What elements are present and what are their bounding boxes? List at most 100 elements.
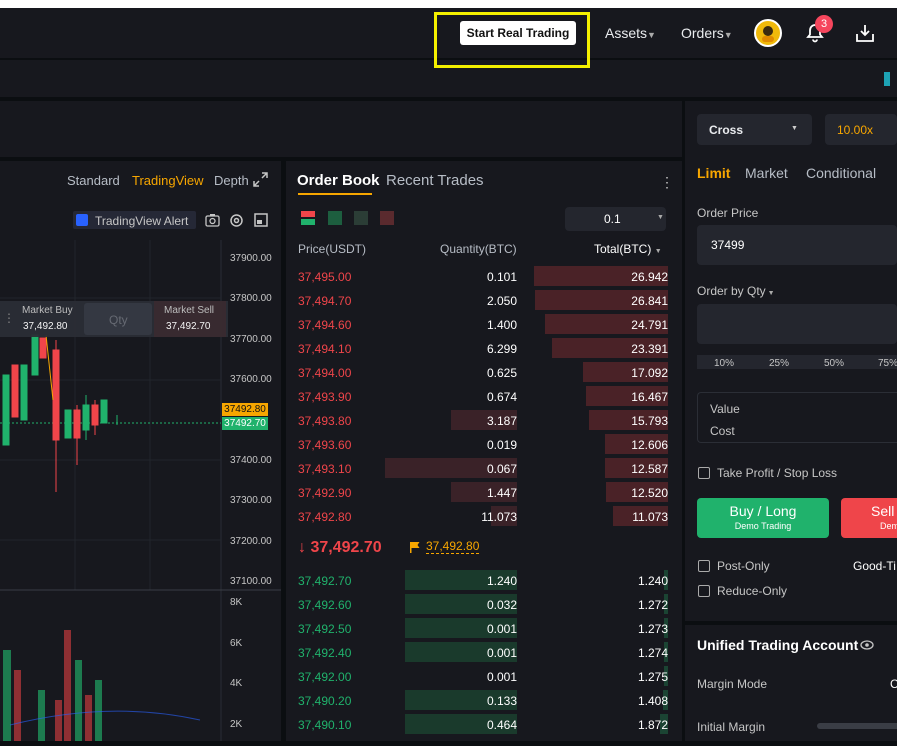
margin-mode-value: Cross [709,123,744,137]
gear-icon[interactable] [229,213,244,233]
bid-row[interactable]: 37,492.70 1.240 1.240 [286,568,682,592]
ask-row[interactable]: 37,495.00 0.101 26.942 [286,264,682,288]
tab-standard[interactable]: Standard [67,173,120,188]
ask-total: 12.520 [631,486,668,500]
tab-depth[interactable]: Depth [214,173,249,188]
bid-total: 1.408 [637,694,668,708]
assets-menu[interactable]: Assets▼ [605,25,656,41]
margin-mode-label: Margin Mode [697,677,768,691]
ask-quantity: 0.067 [486,462,517,476]
margin-mode-select[interactable]: Cross ▼ [697,114,812,145]
tab-recent-trades[interactable]: Recent Trades [386,172,484,189]
market-buy-button[interactable]: Market Buy 37,492.80 [10,301,78,337]
ask-row[interactable]: 37,494.70 2.050 26.841 [286,288,682,312]
tab-tradingview[interactable]: TradingView [132,173,204,188]
ask-quantity: 3.187 [486,414,517,428]
chevron-down-icon: ▼ [791,125,798,132]
ask-price: 37,494.00 [298,366,352,380]
ask-row[interactable]: 37,493.10 0.067 12.587 [286,456,682,480]
bid-row[interactable]: 37,490.10 0.464 1.872 [286,712,682,736]
time-in-force-select[interactable]: Good-Ti [853,559,896,573]
bid-total: 1.275 [637,670,668,684]
slider-75pct[interactable]: 75% [878,358,897,369]
ask-total: 12.606 [631,438,668,452]
download-icon[interactable] [854,22,876,49]
ask-row[interactable]: 37,492.90 1.447 12.520 [286,480,682,504]
layout-icon[interactable] [254,213,268,232]
post-only-label: Post-Only [717,559,770,573]
tab-limit[interactable]: Limit [697,165,730,181]
camera-icon[interactable] [205,213,220,232]
order-by-qty-dropdown[interactable]: Order by Qty ▼ [697,284,775,298]
bid-row[interactable]: 37,492.00 0.001 1.275 [286,664,682,688]
col-total[interactable]: Total(BTC) ▼ [594,242,662,256]
bid-row[interactable]: 37,492.60 0.032 1.272 [286,592,682,616]
tradingview-alert-button[interactable]: TradingView Alert [73,211,196,229]
flag-icon [409,540,421,558]
view-bids-icon[interactable] [354,211,368,230]
ask-row[interactable]: 37,492.80 11.073 11.073 [286,504,682,528]
tpsl-checkbox[interactable] [698,467,710,479]
bid-row[interactable]: 37,492.50 0.001 1.273 [286,616,682,640]
buy-long-button[interactable]: Buy / Long Demo Trading [697,498,829,538]
sort-icon: ▼ [654,248,662,255]
slider-10pct[interactable]: 10% [714,358,734,369]
initial-margin-label: Initial Margin [697,720,766,734]
chevron-down-icon: ▼ [723,30,733,40]
tab-conditional[interactable]: Conditional [806,165,876,181]
expand-icon[interactable] [253,172,268,192]
tab-order-book[interactable]: Order Book [297,172,380,189]
sell-short-button[interactable]: Sell Dem [841,498,897,538]
precision-select[interactable]: 0.1 ▼ [565,207,666,231]
mark-price[interactable]: 37,492.80 [426,539,480,554]
avatar[interactable] [754,19,782,47]
vol-tick: 4K [230,678,243,689]
bid-price: 37,492.00 [298,670,352,684]
bid-row[interactable]: 37,490.20 0.133 1.408 [286,688,682,712]
ask-price: 37,492.90 [298,486,352,500]
quick-trade-widget: ⋮ Market Buy 37,492.80 Qty Market Sell 3… [0,301,228,337]
orders-menu[interactable]: Orders▼ [681,25,733,41]
highlight-box [434,12,590,68]
ask-row[interactable]: 37,494.60 1.400 24.791 [286,312,682,336]
view-buys-icon[interactable] [328,211,342,230]
tab-market[interactable]: Market [745,165,788,181]
order-price-input[interactable]: 37499 [697,225,897,265]
last-price: 37,492.70 [310,539,382,556]
ask-row[interactable]: 37,493.60 0.019 12.606 [286,432,682,456]
view-asks-icon[interactable] [380,211,394,230]
post-only-checkbox[interactable] [698,560,710,572]
bid-quantity: 0.001 [486,622,517,636]
orders-label: Orders [681,25,724,41]
ask-row[interactable]: 37,493.90 0.674 16.467 [286,384,682,408]
buy-long-label: Buy / Long [729,503,797,519]
value-label: Value [710,402,740,416]
slider-50pct[interactable]: 50% [824,358,844,369]
alarm-icon [76,214,88,226]
ask-quantity: 1.400 [486,318,517,332]
ask-row[interactable]: 37,493.80 3.187 15.793 [286,408,682,432]
market-sell-button[interactable]: Market Sell 37,492.70 [154,301,226,337]
reduce-only-checkbox[interactable] [698,585,710,597]
ask-quantity: 6.299 [486,342,517,356]
qty-field[interactable] [697,304,897,344]
ask-row[interactable]: 37,494.10 6.299 23.391 [286,336,682,360]
slider-25pct[interactable]: 25% [769,358,789,369]
cost-label: Cost [710,424,735,438]
order-price-label: Order Price [697,206,759,220]
vol-tick: 6K [230,638,243,649]
sell-price-tag: 37492.80 [222,403,268,416]
ask-total: 23.391 [631,342,668,356]
eye-icon[interactable] [860,638,874,656]
bid-quantity: 0.001 [486,646,517,660]
asks-list: 37,495.00 0.101 26.942 37,494.70 2.050 26.841… [286,264,682,528]
bid-row[interactable]: 37,492.40 0.001 1.274 [286,640,682,664]
ask-quantity: 2.050 [486,294,517,308]
view-both-icon[interactable] [301,211,315,230]
qty-input[interactable]: Qty [84,303,152,335]
ask-row[interactable]: 37,494.00 0.625 17.092 [286,360,682,384]
bid-total: 1.872 [637,718,668,732]
assets-label: Assets [605,25,648,41]
more-vertical-icon[interactable]: ⋮ [660,174,674,191]
leverage-select[interactable]: 10.00x [825,114,897,145]
